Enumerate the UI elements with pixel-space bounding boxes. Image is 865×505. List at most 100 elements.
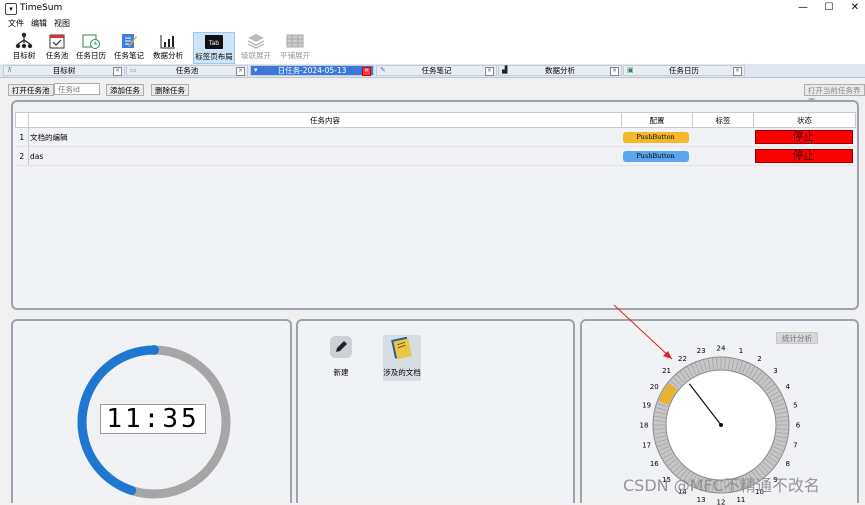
tab-layout-icon: Tab [204, 33, 224, 51]
toolbar-task-calendar-button[interactable]: 任务日历 [75, 32, 107, 62]
title-bar: ▾ TimeSum — ☐ ✕ [0, 0, 865, 17]
new-button[interactable]: 新建 [324, 335, 358, 381]
menu-file[interactable]: 文件 [8, 18, 24, 29]
column-header-config[interactable]: 配置 [622, 113, 693, 128]
tab-data-analysis[interactable]: ▟ 数据分析 × [498, 65, 622, 76]
dial-hour-label: 7 [793, 441, 797, 449]
dial-hour-label: 20 [650, 383, 659, 391]
watermark-text: CSDN @MFC不精通不改名 [623, 472, 820, 496]
dial-hour-label: 12 [717, 499, 726, 505]
tree-icon [14, 32, 34, 50]
app-icon: ▾ [5, 3, 17, 15]
close-icon[interactable]: × [113, 67, 122, 76]
row-number: 1 [16, 128, 29, 147]
close-icon[interactable]: × [485, 67, 494, 76]
config-push-button[interactable]: PushButton [623, 151, 689, 162]
row-number: 2 [16, 147, 29, 166]
status-cell: 停止 [754, 128, 856, 147]
digital-clock-display: 11:35 [100, 404, 206, 434]
toolbar-tab-layout-button[interactable]: Tab 标签页布局 [193, 32, 235, 64]
delete-task-button[interactable]: 删除任务 [151, 84, 189, 96]
close-window-button[interactable]: ✕ [842, 1, 865, 15]
tab-task-calendar[interactable]: ▣ 任务日历 × [623, 65, 745, 76]
edit-icon [329, 335, 353, 359]
main-toolbar: 目标树 任务池 任务日历 任务笔记 数据分析 Tab 标签页布局 级联展开 平铺… [0, 30, 865, 65]
column-header-status[interactable]: 状态 [754, 113, 856, 128]
toolbar-tile-button[interactable]: 平铺展开 [279, 32, 311, 62]
tab-task-notes[interactable]: ✎ 任务笔记 × [376, 65, 497, 76]
close-icon[interactable]: × [733, 67, 742, 76]
task-id-input[interactable] [54, 83, 100, 95]
note-pen-icon [119, 32, 139, 50]
tab-label: 任务池 [127, 66, 247, 76]
related-documents-button[interactable]: 涉及的文档 [383, 335, 421, 381]
add-task-button[interactable]: 添加任务 [106, 84, 144, 96]
actions-panel: 新建 涉及的文档 [296, 319, 575, 503]
dial-hour-label: 21 [662, 367, 671, 375]
toolbar-label: 任务笔记 [107, 50, 151, 61]
calendar-clock-icon [81, 32, 101, 50]
dial-hour-label: 4 [785, 383, 790, 391]
window-title: TimeSum [20, 3, 62, 13]
open-current-task-button[interactable]: 打开当前任务界面 [804, 84, 865, 96]
grid-icon [285, 32, 305, 50]
dial-hour-label: 2 [757, 355, 761, 363]
tab-label: 任务笔记 [377, 66, 496, 76]
dial-hour-label: 24 [717, 345, 726, 353]
toolbar-cascade-button[interactable]: 级联展开 [240, 32, 272, 62]
tab-goal-tree[interactable]: ⊼ 目标树 × [3, 65, 125, 76]
column-header-content[interactable]: 任务内容 [29, 113, 622, 128]
dial-hour-label: 19 [642, 402, 651, 410]
dial-hour-label: 17 [642, 441, 651, 449]
tab-label: 目标树 [4, 66, 124, 76]
calendar-icon [47, 32, 67, 50]
close-icon[interactable]: × [236, 67, 245, 76]
row-number-header [16, 113, 29, 128]
status-stop-indicator[interactable]: 停止 [755, 149, 853, 163]
task-content-cell[interactable]: 文档的编辑 [29, 128, 622, 147]
config-cell: PushButton [622, 147, 693, 166]
status-cell: 停止 [754, 147, 856, 166]
toolbar-data-analysis-button[interactable]: 数据分析 [152, 32, 184, 62]
tab-task-pool[interactable]: ▭ 任务池 × [126, 65, 248, 76]
annotation-arrow-icon [610, 303, 680, 365]
column-header-tag[interactable]: 标签 [693, 113, 754, 128]
toolbar-label: 平铺展开 [273, 50, 317, 61]
table-row[interactable]: 2 das PushButton 停止 [16, 147, 856, 166]
dial-hour-label: 16 [650, 460, 659, 468]
book-icon [389, 335, 415, 361]
minimize-button[interactable]: — [790, 1, 816, 15]
open-task-pool-button[interactable]: 打开任务池 [8, 84, 54, 96]
task-content-cell[interactable]: das [29, 147, 622, 166]
config-cell: PushButton [622, 128, 693, 147]
dial-center [719, 423, 723, 427]
menu-bar: 文件 编辑 视图 [0, 17, 865, 30]
tab-label: 数据分析 [499, 66, 621, 76]
tag-cell[interactable] [693, 147, 754, 166]
close-icon[interactable]: × [362, 67, 371, 76]
tab-label: 任务日历 [624, 66, 744, 76]
related-documents-label: 涉及的文档 [383, 367, 421, 378]
tab-daily-task[interactable]: ▾ 日任务-2024-05-13 × [250, 65, 374, 76]
document-tab-bar: ⊼ 目标树 × ▭ 任务池 × ▾ 日任务-2024-05-13 × ✎ 任务笔… [0, 64, 865, 78]
timer-progress-knob[interactable] [149, 345, 159, 355]
status-stop-indicator[interactable]: 停止 [755, 130, 853, 144]
dial-hour-label: 8 [785, 460, 789, 468]
menu-edit[interactable]: 编辑 [31, 18, 47, 29]
config-push-button[interactable]: PushButton [623, 132, 689, 143]
task-table-panel: 任务内容 配置 标签 状态 1 文档的编辑 PushButton 停止 2 da… [11, 100, 859, 310]
new-label: 新建 [324, 367, 358, 378]
layers-icon [246, 32, 266, 50]
dial-hour-label: 1 [739, 347, 743, 355]
toolbar-task-notes-button[interactable]: 任务笔记 [113, 32, 145, 62]
table-header-row: 任务内容 配置 标签 状态 [16, 113, 856, 128]
menu-view[interactable]: 视图 [54, 18, 70, 29]
tab-label: 日任务-2024-05-13 [251, 66, 373, 76]
table-row[interactable]: 1 文档的编辑 PushButton 停止 [16, 128, 856, 147]
task-table: 任务内容 配置 标签 状态 1 文档的编辑 PushButton 停止 2 da… [15, 112, 856, 166]
maximize-button[interactable]: ☐ [816, 1, 842, 15]
close-icon[interactable]: × [610, 67, 619, 76]
dial-hour-label: 5 [793, 402, 797, 410]
toolbar-label: 数据分析 [146, 50, 190, 61]
tag-cell[interactable] [693, 128, 754, 147]
